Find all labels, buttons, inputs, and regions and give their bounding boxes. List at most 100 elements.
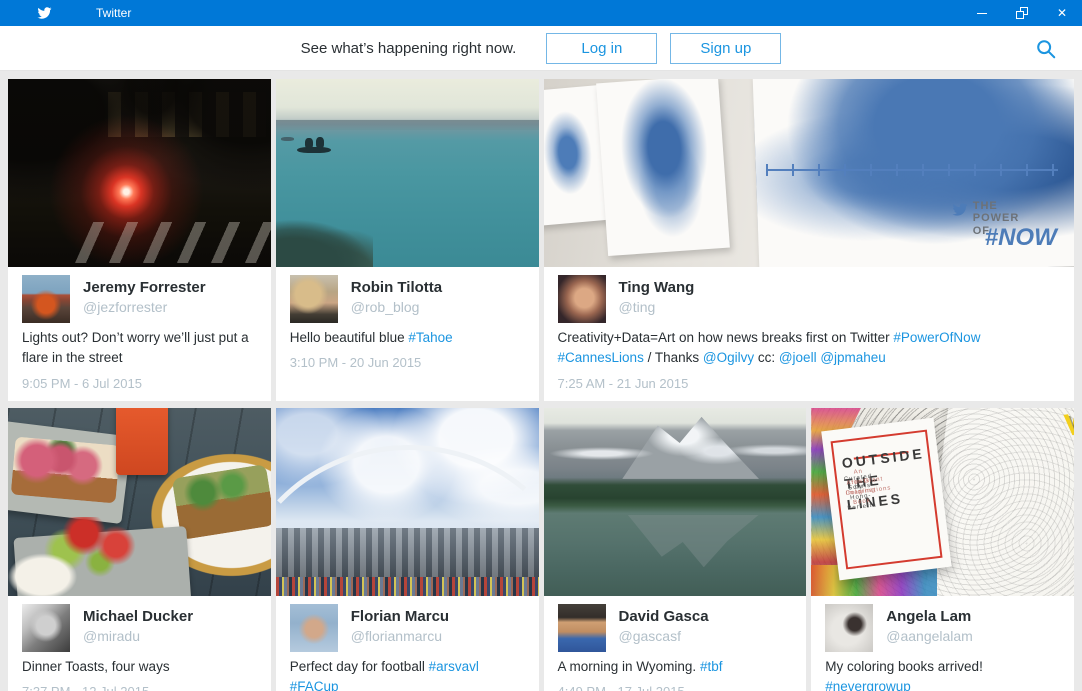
user-handle[interactable]: @rob_blog <box>351 298 442 316</box>
tweet-timestamp[interactable]: 7:37 PM - 12 Jul 2015 <box>22 684 257 691</box>
tweet-text: My coloring books arrived! #nevergrowup <box>825 657 1060 691</box>
tweet-info: Robin Tilotta @rob_blog Hello beautiful … <box>276 267 539 380</box>
restore-button[interactable] <box>1002 0 1042 26</box>
tweet-photo[interactable]: THE POWER OF #NOW <box>544 79 1075 267</box>
user-handle[interactable]: @florianmarcu <box>351 627 449 645</box>
photo-art-pulse-line <box>766 164 1058 176</box>
photo-art-red-frame: OUTSIDETHELINES An Artists’ Coloring Boo… <box>830 429 942 569</box>
photo-art-mountain-ridge <box>276 120 539 129</box>
tweet-card[interactable]: Robin Tilotta @rob_blog Hello beautiful … <box>276 79 539 401</box>
user-name[interactable]: David Gasca <box>619 607 709 627</box>
tweet-card[interactable]: Jeremy Forrester @jezforrester Lights ou… <box>8 79 271 401</box>
tweet-text: Dinner Toasts, four ways <box>22 657 257 677</box>
tweet-card[interactable]: Florian Marcu @florianmarcu Perfect day … <box>276 408 539 691</box>
tweet-timestamp[interactable]: 4:49 PM - 17 Jul 2015 <box>558 684 793 691</box>
tweet-link[interactable]: #arsvavl <box>429 659 479 674</box>
photo-art-paddler <box>305 138 313 148</box>
tweet-text: Lights out? Don’t worry we’ll just put a… <box>22 328 257 369</box>
avatar[interactable] <box>558 604 606 652</box>
tweet-link[interactable]: #FACup <box>290 679 339 691</box>
window-titlebar: Twitter ✕ <box>0 0 1082 26</box>
tweet-info: Angela Lam @aangelalam My coloring books… <box>811 596 1074 691</box>
tweet-text-segment: Perfect day for football <box>290 659 429 674</box>
tweet-text-segment: Hello beautiful blue <box>290 330 409 345</box>
tweet-timestamp[interactable]: 9:05 PM - 6 Jul 2015 <box>22 376 257 391</box>
tweet-text-segment: Dinner Toasts, four ways <box>22 659 170 674</box>
photo-art-power-of-now-logo: THE POWER OF #NOW <box>951 200 1061 258</box>
tweet-info: Michael Ducker @miradu Dinner Toasts, fo… <box>8 596 271 691</box>
twitter-bird-icon <box>36 6 53 20</box>
tweet-user: Florian Marcu @florianmarcu <box>290 604 525 652</box>
user-handle[interactable]: @miradu <box>83 627 193 645</box>
avatar[interactable] <box>22 604 70 652</box>
photo-art-toast <box>11 437 121 504</box>
user-name[interactable]: Jeremy Forrester <box>83 278 206 298</box>
tweet-text: Perfect day for football #arsvavl #FACup <box>290 657 525 691</box>
photo-art-orange-box <box>116 408 169 476</box>
user-name[interactable]: Michael Ducker <box>83 607 193 627</box>
tweet-link[interactable]: @joell <box>779 350 817 365</box>
tweet-timestamp[interactable]: 3:10 PM - 20 Jun 2015 <box>290 355 525 370</box>
tweet-photo[interactable] <box>544 408 807 596</box>
tweet-photo[interactable] <box>8 408 271 596</box>
photo-art-crosswalk <box>75 222 271 263</box>
close-button[interactable]: ✕ <box>1042 0 1082 26</box>
tweet-link[interactable]: #PowerOfNow <box>893 330 980 345</box>
tweet-link[interactable]: #nevergrowup <box>825 679 911 691</box>
minimize-button[interactable] <box>962 0 1002 26</box>
avatar[interactable] <box>825 604 873 652</box>
tweet-user: Angela Lam @aangelalam <box>825 604 1060 652</box>
tweet-text: Hello beautiful blue #Tahoe <box>290 328 525 348</box>
login-button[interactable]: Log in <box>546 33 657 64</box>
avatar[interactable] <box>558 275 606 323</box>
tweet-photo[interactable] <box>8 79 271 267</box>
tweet-card[interactable]: THE POWER OF #NOW Ting Wang @ting Creati… <box>544 79 1075 401</box>
tweet-photo[interactable] <box>276 408 539 596</box>
photo-text-book-credit: Curated bySouris Hong-Porretta <box>843 476 844 486</box>
user-handle[interactable]: @jezforrester <box>83 298 206 316</box>
tweet-photo[interactable] <box>276 79 539 267</box>
tweet-link[interactable]: @Ogilvy <box>703 350 754 365</box>
tweet-info: Florian Marcu @florianmarcu Perfect day … <box>276 596 539 691</box>
user-name[interactable]: Florian Marcu <box>351 607 449 627</box>
photo-art-stadium-facade <box>276 528 539 579</box>
avatar[interactable] <box>290 604 338 652</box>
signup-button[interactable]: Sign up <box>670 33 781 64</box>
photo-text-now: #NOW <box>985 224 1057 252</box>
photo-art-paddler <box>316 137 324 148</box>
search-icon[interactable] <box>1035 38 1057 60</box>
tweet-text-segment: / Thanks <box>644 350 703 365</box>
tweet-link[interactable]: #CannesLions <box>558 350 644 365</box>
tweet-link[interactable]: #tbf <box>700 659 723 674</box>
tweet-photo[interactable]: OODLEVASION OUTSIDETHELINES An Artists’ … <box>811 408 1074 596</box>
tweet-text-segment: Lights out? Don’t worry we’ll just put a… <box>22 330 249 365</box>
minimize-icon <box>977 13 987 14</box>
user-handle[interactable]: @gascasf <box>619 627 709 645</box>
tweet-link[interactable]: @jpmaheu <box>820 350 886 365</box>
photo-art-rocks <box>276 218 373 267</box>
user-handle[interactable]: @aangelalam <box>886 627 973 645</box>
tweet-timestamp[interactable]: 7:25 AM - 21 Jun 2015 <box>558 376 1061 391</box>
tweet-card[interactable]: Michael Ducker @miradu Dinner Toasts, fo… <box>8 408 271 691</box>
tweet-user: Jeremy Forrester @jezforrester <box>22 275 257 323</box>
twitter-bird-icon <box>951 202 969 217</box>
tweet-user: Robin Tilotta @rob_blog <box>290 275 525 323</box>
photo-art-white-book-cover: OUTSIDETHELINES An Artists’ Coloring Boo… <box>821 418 951 581</box>
tweet-card[interactable]: OODLEVASION OUTSIDETHELINES An Artists’ … <box>811 408 1074 691</box>
user-name[interactable]: Ting Wang <box>619 278 695 298</box>
tweet-link[interactable]: #Tahoe <box>408 330 452 345</box>
tweet-card[interactable]: David Gasca @gascasf A morning in Wyomin… <box>544 408 807 691</box>
tweet-user: Ting Wang @ting <box>558 275 1061 323</box>
avatar[interactable] <box>22 275 70 323</box>
photo-art-boat <box>281 137 294 141</box>
tweet-user: David Gasca @gascasf <box>558 604 793 652</box>
tweet-text: A morning in Wyoming. #tbf <box>558 657 793 677</box>
avatar[interactable] <box>290 275 338 323</box>
user-handle[interactable]: @ting <box>619 298 695 316</box>
photo-art-lake-reflection <box>628 515 759 568</box>
user-name[interactable]: Robin Tilotta <box>351 278 442 298</box>
tweet-info: David Gasca @gascasf A morning in Wyomin… <box>544 596 807 691</box>
tweet-grid: Jeremy Forrester @jezforrester Lights ou… <box>0 71 1082 691</box>
user-name[interactable]: Angela Lam <box>886 607 973 627</box>
tweet-text-segment: cc: <box>754 350 779 365</box>
